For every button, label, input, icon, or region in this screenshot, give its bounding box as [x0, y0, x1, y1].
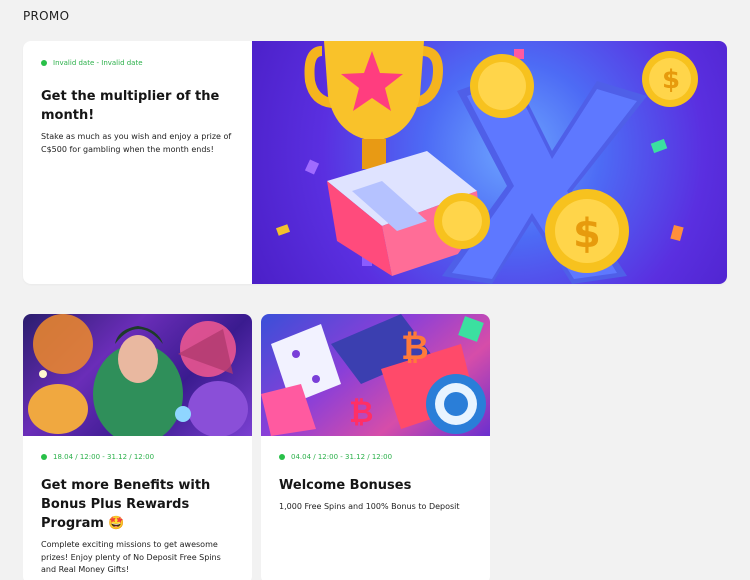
bitcoin-icon: ₿ — [401, 328, 429, 368]
status-dot-icon — [41, 60, 47, 66]
promo-card-body: 18.04 / 12:00 - 31.12 / 12:00 Get more B… — [23, 436, 252, 577]
promo-card-image[interactable] — [23, 314, 252, 436]
promo-title[interactable]: Get more Benefits with Bonus Plus Reward… — [41, 476, 234, 533]
promo-date-row: 04.04 / 12:00 - 31.12 / 12:00 — [279, 453, 472, 461]
promo-description: Stake as much as you wish and enjoy a pr… — [41, 132, 232, 154]
coin-icon — [470, 54, 534, 118]
promo-date: Invalid date - Invalid date — [53, 59, 143, 67]
featured-promo-card[interactable]: Invalid date - Invalid date Get the mult… — [23, 41, 727, 284]
featured-promo-text: Invalid date - Invalid date Get the mult… — [23, 41, 252, 284]
promo-date-row: Invalid date - Invalid date — [41, 59, 234, 67]
promo-card-welcome-bonuses[interactable]: ₿ ₿ 04.04 / 12:00 - 31.12 / 12:00 Welcom… — [261, 314, 490, 580]
status-dot-icon — [41, 454, 47, 460]
coin-icon: $ — [545, 189, 629, 273]
promo-date: 18.04 / 12:00 - 31.12 / 12:00 — [53, 453, 155, 461]
promo-description: Complete exciting missions to get awesom… — [41, 540, 221, 574]
coin-icon — [434, 193, 490, 249]
coin-icon: $ — [642, 51, 698, 107]
promo-date: 04.04 / 12:00 - 31.12 / 12:00 — [291, 453, 393, 461]
promo-title[interactable]: Get the multiplier of the month! — [41, 87, 234, 125]
casino-illustration: ₿ ₿ — [261, 314, 486, 436]
page-title: PROMO — [23, 9, 70, 23]
trophy-icon — [304, 41, 443, 169]
svg-text:₿: ₿ — [349, 395, 373, 430]
promo-title[interactable]: Welcome Bonuses — [279, 476, 472, 495]
promo-card-image[interactable]: ₿ ₿ — [261, 314, 490, 436]
featured-promo-image[interactable]: $ $ — [252, 41, 727, 284]
promo-card-bonus-plus[interactable]: 18.04 / 12:00 - 31.12 / 12:00 Get more B… — [23, 314, 252, 580]
casino-chip-icon — [426, 374, 486, 434]
promo-description: 1,000 Free Spins and 100% Bonus to Depos… — [279, 502, 460, 511]
svg-text:$: $ — [662, 65, 680, 95]
promo-card-body: 04.04 / 12:00 - 31.12 / 12:00 Welcome Bo… — [261, 436, 490, 514]
promo-date-row: 18.04 / 12:00 - 31.12 / 12:00 — [41, 453, 234, 461]
svg-text:$: $ — [573, 211, 601, 257]
fantasy-characters-illustration — [28, 314, 248, 436]
multiplier-illustration: $ $ — [275, 41, 698, 284]
status-dot-icon — [279, 454, 285, 460]
